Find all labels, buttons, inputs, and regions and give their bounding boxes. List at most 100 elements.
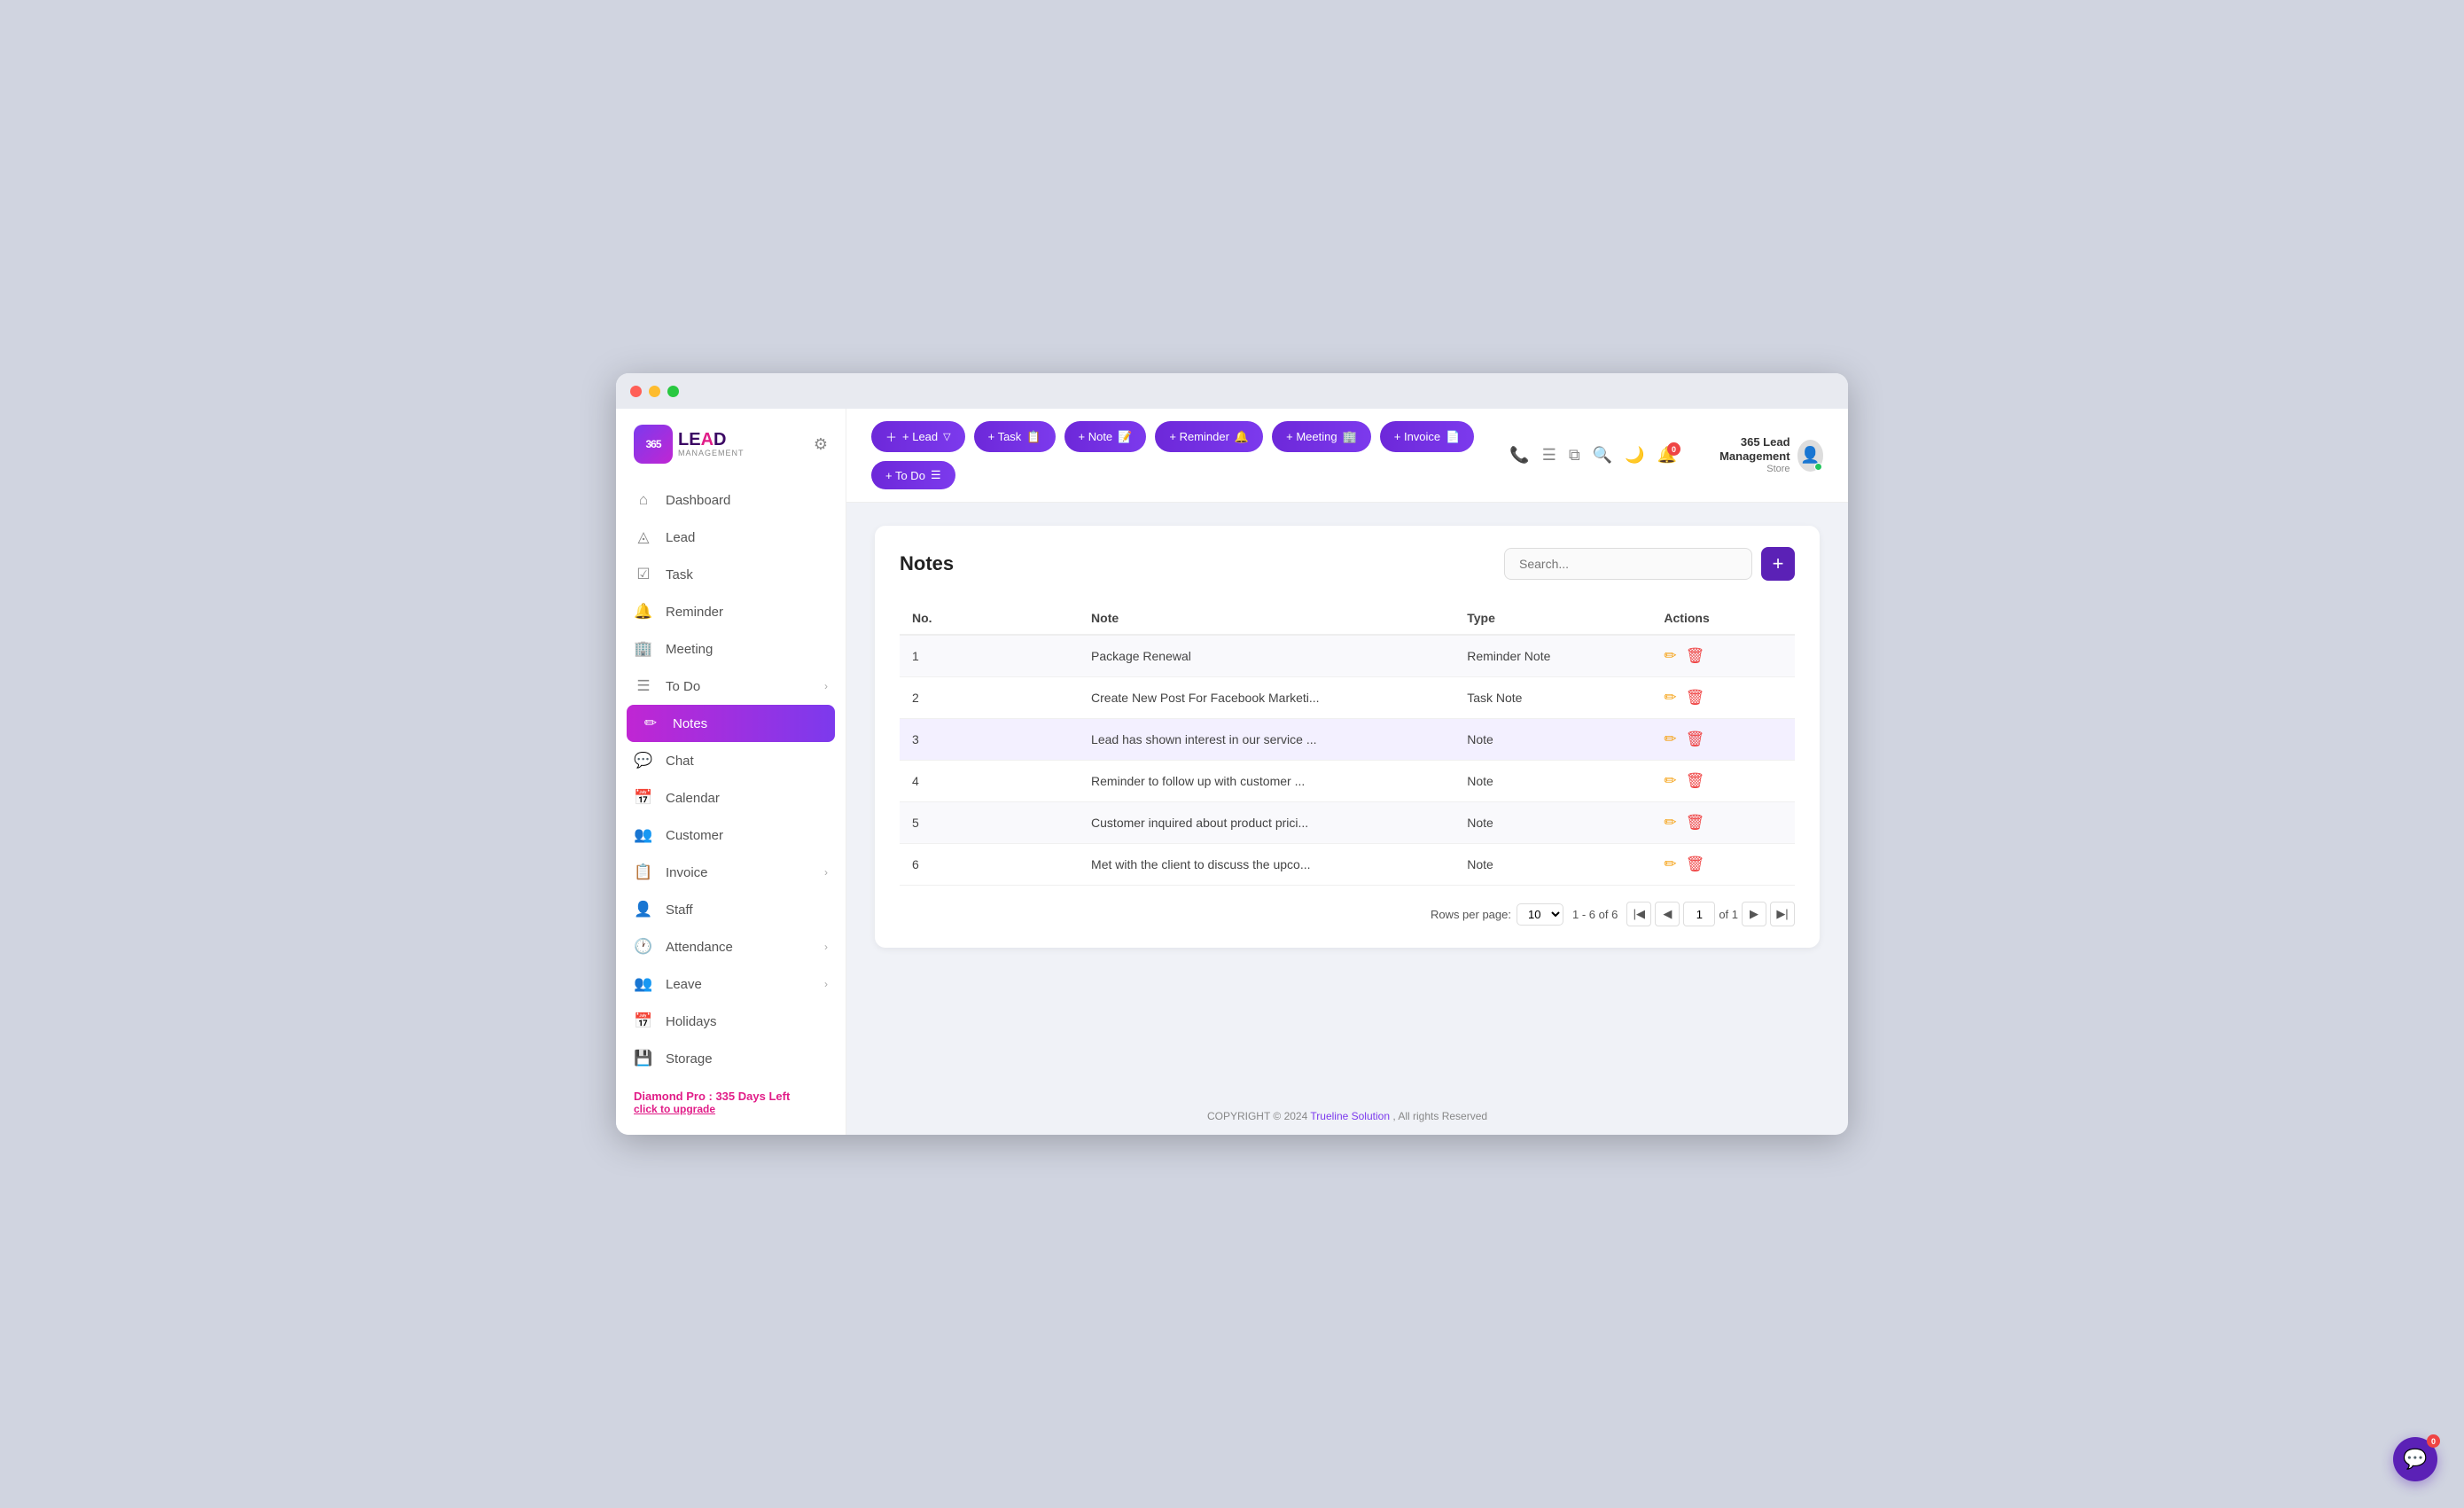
reminder-icon: 🔔 — [634, 603, 653, 621]
edit-icon[interactable]: ✏ — [1664, 772, 1676, 790]
company-link[interactable]: Trueline Solution — [1310, 1110, 1390, 1122]
row-no: 3 — [900, 719, 1079, 761]
row-note: Reminder to follow up with customer ... — [1079, 761, 1454, 802]
sidebar-item-meeting[interactable]: 🏢 Meeting — [616, 630, 846, 668]
holidays-icon: 📅 — [634, 1012, 653, 1030]
sidebar-item-customer[interactable]: 👥 Customer — [616, 817, 846, 854]
search-topbar-icon[interactable]: 🔍 — [1593, 446, 1612, 465]
chat-bubble[interactable]: 💬 0 — [2393, 1437, 2437, 1481]
row-type: Task Note — [1454, 677, 1651, 719]
search-add-row: + — [1504, 547, 1795, 581]
sidebar-item-label: Task — [666, 567, 693, 582]
lead-filter-icon: ▽ — [943, 431, 950, 442]
settings-icon[interactable]: ⚙ — [814, 435, 828, 454]
page-title: Notes — [900, 552, 954, 575]
add-invoice-button[interactable]: + Invoice 📄 — [1380, 421, 1475, 452]
rows-per-page: Rows per page: 10 25 50 — [1431, 903, 1563, 926]
edit-icon[interactable]: ✏ — [1664, 689, 1676, 707]
add-reminder-button[interactable]: + Reminder 🔔 — [1155, 421, 1263, 452]
add-todo-button[interactable]: + To Do ☰ — [871, 461, 955, 489]
sidebar-item-dashboard[interactable]: ⌂ Dashboard — [616, 481, 846, 519]
invoice-btn-icon: 📄 — [1446, 430, 1460, 444]
rows-per-page-select[interactable]: 10 25 50 — [1517, 903, 1563, 926]
topbar-right: 📞 ☰ ⧉ 🔍 🌙 🔔 0 365 Lead Management Store — [1509, 435, 1823, 474]
delete-icon[interactable]: 🗑 — [1686, 856, 1705, 873]
main-content: ＋ + Lead ▽ + Task 📋 + Note 📝 + Reminder — [846, 409, 1848, 1135]
edit-icon[interactable]: ✏ — [1664, 814, 1676, 832]
upgrade-link[interactable]: click to upgrade — [634, 1103, 828, 1115]
sidebar-item-label: Reminder — [666, 605, 723, 620]
sidebar-item-reminder[interactable]: 🔔 Reminder — [616, 593, 846, 630]
add-task-button[interactable]: + Task 📋 — [974, 421, 1056, 452]
col-header-type: Type — [1454, 602, 1651, 635]
prev-page-button[interactable]: ◀ — [1655, 902, 1680, 926]
meeting-icon: 🏢 — [634, 640, 653, 658]
close-dot[interactable] — [630, 386, 642, 397]
next-page-button[interactable]: ▶ — [1742, 902, 1766, 926]
first-page-button[interactable]: |◀ — [1626, 902, 1651, 926]
add-lead-button[interactable]: ＋ + Lead ▽ — [871, 421, 965, 452]
logo-lead: LEAD — [678, 430, 745, 449]
list-icon[interactable]: ☰ — [1542, 446, 1556, 465]
leave-icon: 👥 — [634, 975, 653, 993]
edit-icon[interactable]: ✏ — [1664, 856, 1676, 873]
reminder-btn-label: + Reminder — [1169, 430, 1229, 443]
nav-list: ⌂ Dashboard ◬ Lead ☑ Task 🔔 Reminder 🏢 — [616, 481, 846, 1077]
row-no: 6 — [900, 844, 1079, 886]
search-input[interactable] — [1504, 548, 1752, 580]
action-icons: ✏ 🗑 — [1664, 689, 1782, 707]
sidebar-item-storage[interactable]: 💾 Storage — [616, 1040, 846, 1077]
user-sub: Store — [1689, 464, 1790, 475]
delete-icon[interactable]: 🗑 — [1686, 731, 1705, 748]
moon-icon[interactable]: 🌙 — [1625, 446, 1644, 465]
todo-btn-icon: ☰ — [931, 468, 941, 482]
edit-icon[interactable]: ✏ — [1664, 647, 1676, 665]
customer-icon: 👥 — [634, 826, 653, 844]
notification-bell[interactable]: 🔔 0 — [1657, 446, 1677, 465]
sidebar-item-chat[interactable]: 💬 Chat — [616, 742, 846, 779]
delete-icon[interactable]: 🗑 — [1686, 647, 1705, 665]
copyright-text: COPYRIGHT © 2024 — [1207, 1110, 1307, 1122]
sidebar-item-task[interactable]: ☑ Task — [616, 556, 846, 593]
table-row: 5 Customer inquired about product prici.… — [900, 802, 1795, 844]
add-note-button[interactable]: + Note 📝 — [1064, 421, 1147, 452]
add-meeting-button[interactable]: + Meeting 🏢 — [1272, 421, 1371, 452]
sidebar-item-lead[interactable]: ◬ Lead — [616, 519, 846, 556]
sidebar-item-label: Meeting — [666, 642, 713, 657]
sidebar-item-attendance[interactable]: 🕐 Attendance › — [616, 928, 846, 965]
delete-icon[interactable]: 🗑 — [1686, 772, 1705, 790]
phone-icon[interactable]: 📞 — [1509, 446, 1529, 465]
row-actions: ✏ 🗑 — [1651, 761, 1795, 802]
sidebar-item-invoice[interactable]: 📋 Invoice › — [616, 854, 846, 891]
page-number-input[interactable] — [1683, 902, 1715, 926]
sidebar-item-holidays[interactable]: 📅 Holidays — [616, 1003, 846, 1040]
sidebar-item-label: Staff — [666, 902, 693, 918]
sidebar-item-staff[interactable]: 👤 Staff — [616, 891, 846, 928]
row-actions: ✏ 🗑 — [1651, 719, 1795, 761]
add-note-button[interactable]: + — [1761, 547, 1795, 581]
sidebar-item-label: Leave — [666, 977, 702, 992]
sidebar-item-leave[interactable]: 👥 Leave › — [616, 965, 846, 1003]
last-page-button[interactable]: ▶| — [1770, 902, 1795, 926]
edit-icon[interactable]: ✏ — [1664, 731, 1676, 748]
row-type: Note — [1454, 761, 1651, 802]
action-icons: ✏ 🗑 — [1664, 731, 1782, 748]
sidebar-item-notes[interactable]: ✏ Notes — [627, 705, 835, 742]
topbar: ＋ + Lead ▽ + Task 📋 + Note 📝 + Reminder — [846, 409, 1848, 503]
delete-icon[interactable]: 🗑 — [1686, 689, 1705, 707]
delete-icon[interactable]: 🗑 — [1686, 814, 1705, 832]
sidebar-item-todo[interactable]: ☰ To Do › — [616, 668, 846, 705]
table-body: 1 Package Renewal Reminder Note ✏ 🗑 — [900, 635, 1795, 886]
reminder-btn-icon: 🔔 — [1235, 430, 1249, 444]
logo-management: MANAGEMENT — [678, 449, 745, 458]
maximize-dot[interactable] — [667, 386, 679, 397]
row-no: 5 — [900, 802, 1079, 844]
sidebar-item-calendar[interactable]: 📅 Calendar — [616, 779, 846, 817]
chat-badge: 0 — [2427, 1434, 2440, 1448]
minimize-dot[interactable] — [649, 386, 660, 397]
todo-btn-label: + To Do — [885, 469, 925, 482]
note-btn-label: + Note — [1079, 430, 1113, 443]
user-avatar[interactable]: 👤 — [1797, 440, 1823, 472]
copy-icon[interactable]: ⧉ — [1569, 446, 1580, 465]
table-header: No. Note Type Actions — [900, 602, 1795, 635]
